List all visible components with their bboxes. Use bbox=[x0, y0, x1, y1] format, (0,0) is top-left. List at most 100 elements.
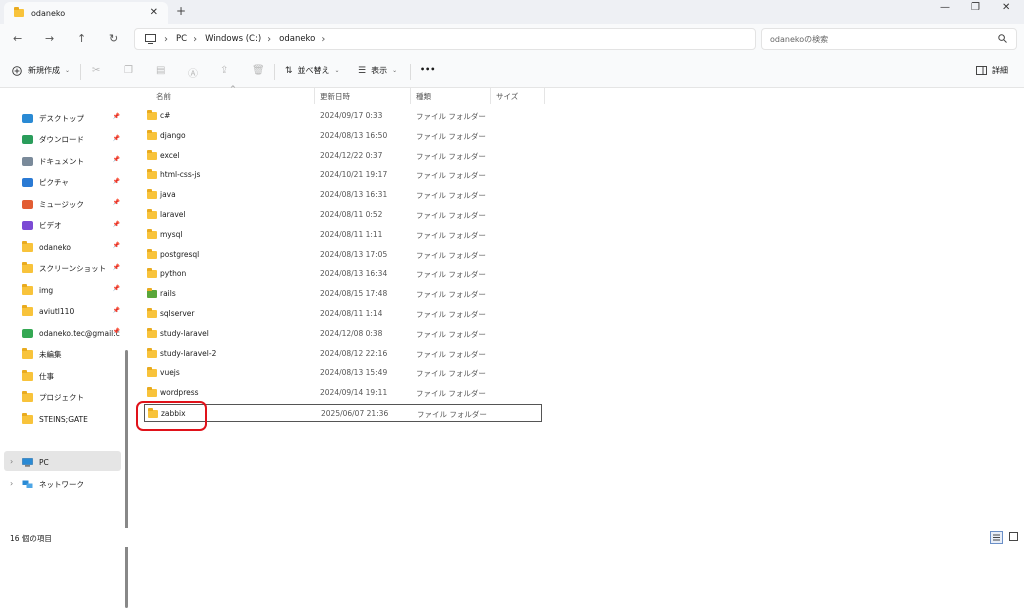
sidebar-item[interactable]: ミュージック 📌 bbox=[22, 195, 122, 213]
file-row[interactable]: excel 2024/12/22 0:37 ファイル フォルダー bbox=[144, 147, 542, 165]
sort-icon: ⇅ bbox=[285, 65, 293, 76]
file-row[interactable]: html-css-js 2024/10/21 19:17 ファイル フォルダー bbox=[144, 166, 542, 184]
more-options-button[interactable]: ••• bbox=[420, 65, 435, 74]
sidebar-item[interactable]: スクリーンショット 📌 bbox=[22, 260, 122, 278]
details-view-button[interactable] bbox=[990, 531, 1003, 544]
column-divider[interactable] bbox=[314, 88, 315, 104]
file-row[interactable]: sqlserver 2024/08/11 1:14 ファイル フォルダー bbox=[144, 305, 542, 323]
tiles-view-icon bbox=[1009, 532, 1018, 541]
file-type: ファイル フォルダー bbox=[416, 349, 486, 359]
sidebar-item-network[interactable]: ネットワーク bbox=[22, 475, 122, 493]
column-divider[interactable] bbox=[410, 88, 411, 104]
pin-icon: 📌 bbox=[112, 328, 120, 335]
pin-icon: 📌 bbox=[112, 285, 120, 292]
sidebar-item[interactable]: odaneko 📌 bbox=[22, 238, 122, 256]
paste-icon[interactable]: ▤ bbox=[156, 65, 165, 76]
sort-button[interactable]: ⇅ 並べ替え ⌄ bbox=[285, 65, 340, 76]
folder-icon bbox=[22, 369, 33, 381]
file-row[interactable]: rails 2024/08/15 17:48 ファイル フォルダー bbox=[144, 285, 542, 303]
folder-icon bbox=[147, 228, 157, 239]
item-count: 16 個の項目 bbox=[10, 534, 52, 543]
pin-icon: 📌 bbox=[112, 242, 120, 249]
view-button[interactable]: ☰ 表示 ⌄ bbox=[358, 65, 397, 76]
delete-icon[interactable]: 🗑 bbox=[252, 65, 265, 76]
file-row[interactable]: mysql 2024/08/11 1:11 ファイル フォルダー bbox=[144, 226, 542, 244]
file-date: 2024/09/14 19:11 bbox=[320, 388, 388, 398]
new-button[interactable]: 新規作成 ⌄ bbox=[12, 65, 70, 76]
column-header-type[interactable]: 種類 bbox=[416, 91, 431, 102]
address-field[interactable]: › PC › Windows (C:) › odaneko › bbox=[134, 28, 756, 50]
sidebar-item[interactable]: aviutl110 📌 bbox=[22, 303, 122, 321]
chevron-right-icon[interactable]: › bbox=[10, 479, 13, 488]
sidebar-item[interactable]: 仕事 bbox=[22, 367, 122, 385]
sidebar-item[interactable]: odaneko.tec@gmail.c 📌 bbox=[22, 324, 122, 342]
tab-odaneko[interactable]: odaneko ✕ bbox=[4, 2, 168, 24]
folder-icon bbox=[14, 7, 24, 17]
file-row[interactable]: python 2024/08/13 16:34 ファイル フォルダー bbox=[144, 265, 542, 283]
details-label: 詳細 bbox=[992, 66, 1008, 75]
minimize-button[interactable]: — bbox=[940, 2, 950, 13]
share-icon[interactable]: ⇪ bbox=[220, 65, 228, 76]
pin-icon: 📌 bbox=[112, 177, 120, 185]
file-row[interactable]: study-laravel-2 2024/08/12 22:16 ファイル フォルダ… bbox=[144, 345, 542, 363]
sidebar-item-label: プロジェクト bbox=[39, 393, 84, 402]
sidebar-item[interactable]: ビデオ 📌 bbox=[22, 217, 122, 235]
refresh-button[interactable]: ↻ bbox=[109, 32, 118, 45]
folder-icon bbox=[147, 110, 157, 120]
file-type: ファイル フォルダー bbox=[416, 211, 486, 220]
view-icon: ☰ bbox=[358, 65, 367, 76]
sidebar-scrollbar[interactable] bbox=[125, 350, 128, 608]
document-icon bbox=[22, 156, 33, 166]
file-row[interactable]: vuejs 2024/08/13 15:49 ファイル フォルダー bbox=[144, 364, 542, 382]
file-type: ファイル フォルダー bbox=[416, 112, 486, 121]
sidebar-item[interactable]: STEINS;GATE bbox=[22, 410, 122, 428]
forward-button[interactable]: → bbox=[45, 32, 54, 45]
chevron-right-icon[interactable]: › bbox=[10, 457, 13, 466]
file-type: ファイル フォルダー bbox=[416, 270, 486, 280]
sidebar-item-label: 未編集 bbox=[39, 350, 62, 359]
sidebar-item-label: aviutl110 bbox=[39, 307, 75, 316]
copy-icon[interactable]: ❐ bbox=[124, 65, 133, 76]
file-row[interactable]: c# 2024/09/17 0:33 ファイル フォルダー bbox=[144, 107, 542, 125]
cut-icon[interactable]: ✂ bbox=[92, 65, 100, 76]
column-divider[interactable] bbox=[544, 88, 545, 104]
tiles-view-button[interactable] bbox=[1007, 531, 1020, 544]
sidebar-item[interactable]: プロジェクト bbox=[22, 389, 122, 407]
file-row[interactable]: study-laravel 2024/12/08 0:38 ファイル フォルダー bbox=[144, 325, 542, 343]
close-window-button[interactable]: ✕ bbox=[1002, 2, 1010, 13]
sidebar-item-pc[interactable]: PC bbox=[22, 453, 122, 471]
file-row[interactable]: java 2024/08/13 16:31 ファイル フォルダー bbox=[144, 186, 542, 204]
view-label: 表示 bbox=[371, 66, 388, 75]
file-row[interactable]: wordpress 2024/09/14 19:11 ファイル フォルダー bbox=[144, 384, 542, 402]
column-divider[interactable] bbox=[490, 88, 491, 104]
file-type: ファイル フォルダー bbox=[416, 230, 486, 240]
sidebar-item[interactable]: 未編集 bbox=[22, 346, 122, 364]
rename-icon[interactable]: Ⓐ bbox=[188, 65, 198, 80]
column-header-date[interactable]: 更新日時 bbox=[320, 91, 350, 102]
column-header-size[interactable]: サイズ bbox=[496, 91, 518, 102]
file-row[interactable]: postgresql 2024/08/13 17:05 ファイル フォルダー bbox=[144, 246, 542, 264]
sidebar-item[interactable]: img 📌 bbox=[22, 281, 122, 299]
up-button[interactable]: ↑ bbox=[77, 32, 86, 45]
details-button[interactable]: 詳細 bbox=[976, 65, 1008, 76]
breadcrumb-windows-c[interactable]: Windows (C:) bbox=[205, 34, 261, 44]
search-input[interactable]: odanekoの検索 bbox=[761, 28, 1017, 50]
maximize-button[interactable]: ❐ bbox=[971, 2, 980, 13]
sidebar-item[interactable]: ピクチャ 📌 bbox=[22, 174, 122, 192]
sidebar-item[interactable]: デスクトップ 📌 bbox=[22, 109, 122, 127]
folder-icon bbox=[147, 308, 157, 318]
file-row[interactable]: laravel 2024/08/11 0:52 ファイル フォルダー bbox=[144, 206, 542, 224]
breadcrumb-pc[interactable]: PC bbox=[176, 34, 187, 44]
search-icon bbox=[998, 34, 1007, 43]
file-row[interactable]: django 2024/08/13 16:50 ファイル フォルダー bbox=[144, 127, 542, 145]
back-button[interactable]: ← bbox=[13, 32, 22, 45]
new-tab-button[interactable]: + bbox=[176, 4, 186, 18]
file-name: vuejs bbox=[160, 368, 180, 378]
folder-icon bbox=[147, 169, 157, 180]
sidebar-item[interactable]: ドキュメント 📌 bbox=[22, 152, 122, 170]
column-header-name[interactable]: 名前 bbox=[156, 91, 171, 102]
breadcrumb-odaneko[interactable]: odaneko bbox=[279, 34, 315, 44]
sidebar-item[interactable]: ダウンロード 📌 bbox=[22, 131, 122, 149]
file-name: postgresql bbox=[160, 249, 200, 259]
tab-close-icon[interactable]: ✕ bbox=[150, 7, 158, 18]
